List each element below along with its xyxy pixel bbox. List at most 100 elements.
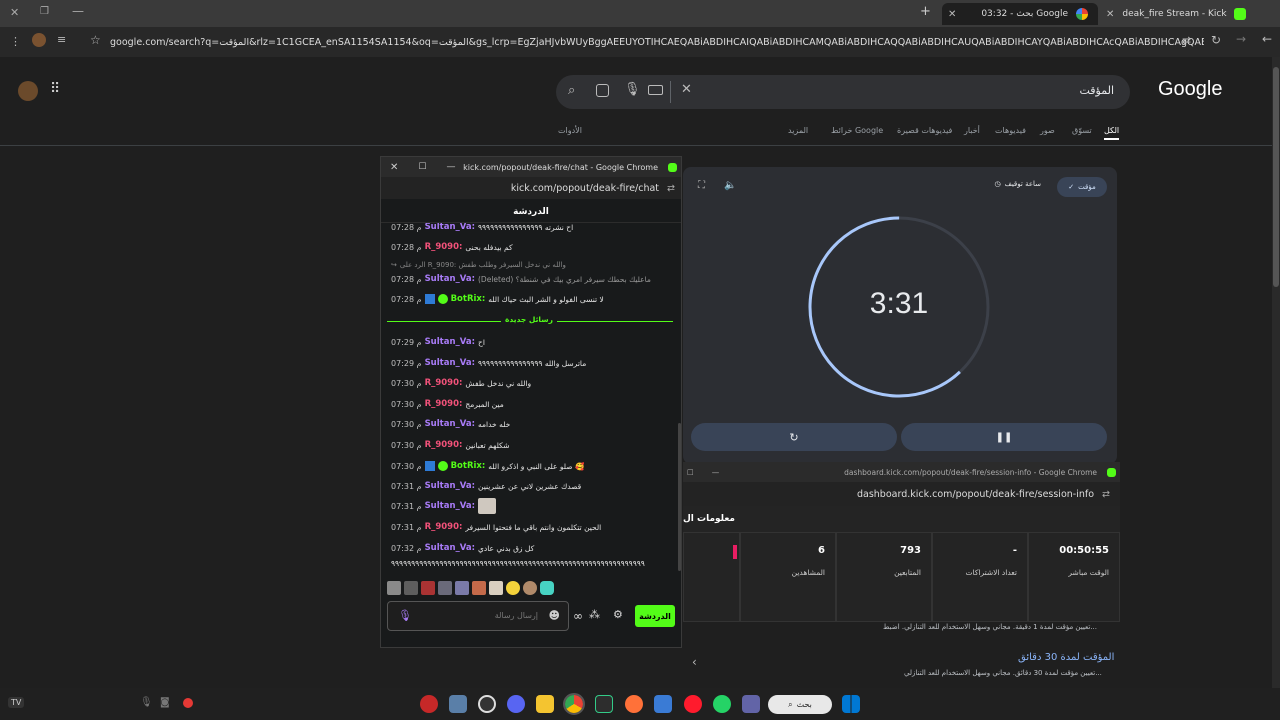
store-icon[interactable] xyxy=(654,695,672,713)
tab-maps[interactable]: خرائط Google xyxy=(831,126,883,135)
volume-icon[interactable]: 🔈 xyxy=(724,180,736,191)
mic-icon[interactable]: 🎙 xyxy=(624,82,641,97)
maximize-icon[interactable]: ☐ xyxy=(418,162,426,172)
app-icon[interactable] xyxy=(420,695,438,713)
msg-username[interactable]: Sultan_Va: xyxy=(425,481,475,491)
mic-icon[interactable]: 🎙 xyxy=(398,609,412,622)
msg-username[interactable]: Sultan_Va: xyxy=(425,419,475,429)
camera-tray-icon[interactable]: ◙ xyxy=(160,697,170,708)
discord-icon[interactable] xyxy=(507,695,525,713)
tab-more[interactable]: المزيد xyxy=(788,126,808,135)
msg-username[interactable]: Sultan_Va: xyxy=(425,337,475,347)
tab-all[interactable]: الكل xyxy=(1104,126,1120,140)
emote-item[interactable] xyxy=(404,581,418,595)
session-url-bar[interactable]: dashboard.kick.com/popout/deak-fire/sess… xyxy=(683,482,1120,506)
emoji-icon[interactable]: ☻ xyxy=(549,609,560,622)
url-field[interactable]: google.com/search?q=المؤقت&rlz=1C1GCEA_e… xyxy=(86,32,1204,52)
timer-mode-button[interactable]: ✓ مؤقت xyxy=(1057,177,1107,197)
account-avatar[interactable] xyxy=(18,81,38,101)
google-logo[interactable]: Google xyxy=(1158,78,1223,101)
msg-username[interactable]: R_9090: xyxy=(425,378,463,388)
stopwatch-mode-button[interactable]: ◷ ساعة توقيف xyxy=(994,180,1041,188)
msg-username[interactable]: Sultan_Va: xyxy=(425,223,475,232)
search-box[interactable]: ⌕ 🎙 ✕ المؤقت xyxy=(556,75,1130,109)
msg-username[interactable]: BotRix: xyxy=(451,294,486,304)
chat-messages[interactable]: 07:28 م Sultan_Va: اح نشرته ٩٩٩٩٩٩٩٩٩٩٩٩٩٩… xyxy=(381,223,681,575)
msg-username[interactable]: Sultan_Va: xyxy=(425,543,475,553)
emote-item[interactable] xyxy=(421,581,435,595)
tab-google-search[interactable]: ✕ 03:32 - بحث Google xyxy=(942,3,1098,25)
close-tab-icon[interactable]: ✕ xyxy=(948,9,956,20)
page-scrollbar[interactable] xyxy=(1272,57,1280,688)
taskbar-search[interactable]: ⌕ بحث xyxy=(768,695,832,714)
tab-news[interactable]: أخبار xyxy=(964,126,980,135)
tab-shopping[interactable]: تسوّق xyxy=(1072,126,1092,135)
msg-username[interactable]: Sultan_Va: xyxy=(425,274,475,284)
minimize-icon[interactable]: — xyxy=(446,162,455,172)
photos-app-icon[interactable] xyxy=(449,695,467,713)
emote-item[interactable] xyxy=(472,581,486,595)
msg-username[interactable]: R_9090: xyxy=(425,399,463,409)
profile-avatar[interactable] xyxy=(32,33,46,47)
tab-tools[interactable]: الأدوات xyxy=(558,126,582,135)
chrome-icon[interactable] xyxy=(563,693,585,715)
tab-kick-dashboard[interactable]: ✕ deak_fire Stream - Kick Dashbo xyxy=(1100,3,1256,25)
fullscreen-icon[interactable]: ⛶ xyxy=(698,180,705,191)
emote-item[interactable] xyxy=(540,581,554,595)
msg-username[interactable]: Sultan_Va: xyxy=(425,358,475,368)
start-icon[interactable] xyxy=(842,695,860,713)
new-tab-icon[interactable]: + xyxy=(920,4,931,19)
close-tab-icon[interactable]: ✕ xyxy=(1106,9,1114,20)
site-settings-icon[interactable]: ⇄ xyxy=(1102,489,1110,500)
emote-item[interactable] xyxy=(523,581,537,595)
close-window-icon[interactable]: ✕ xyxy=(10,6,19,19)
pause-button[interactable]: ❚❚ xyxy=(901,423,1107,451)
clear-icon[interactable]: ✕ xyxy=(681,82,692,97)
msg-username[interactable]: R_9090: xyxy=(425,242,463,252)
emote-item[interactable] xyxy=(387,581,401,595)
opera-icon[interactable] xyxy=(684,695,702,713)
reload-icon[interactable]: ↻ xyxy=(1211,33,1221,47)
minimize-icon[interactable]: — xyxy=(712,468,720,477)
site-settings-icon[interactable]: ⇄ xyxy=(1182,34,1191,47)
app-icon[interactable] xyxy=(478,695,496,713)
close-icon[interactable]: ✕ xyxy=(390,162,398,173)
emote-item[interactable] xyxy=(506,581,520,595)
menu-dots-icon[interactable]: ⋮ xyxy=(10,35,21,48)
whatsapp-icon[interactable] xyxy=(713,695,731,713)
recording-tray-icon[interactable] xyxy=(183,698,193,708)
chat-url-bar[interactable]: kick.com/popout/deak-fire/chat ⇄ xyxy=(381,177,681,199)
result-title-link[interactable]: المؤقت لمدة 30 دقائق xyxy=(1018,652,1114,663)
site-settings-icon[interactable]: ⇄ xyxy=(667,183,675,194)
keyboard-icon[interactable] xyxy=(648,85,663,95)
reset-button[interactable]: ↻ xyxy=(691,423,897,451)
widgets-icon[interactable]: TV xyxy=(8,697,25,708)
tab-videos[interactable]: فيديوهات xyxy=(995,126,1026,135)
firefox-icon[interactable] xyxy=(625,695,643,713)
terminal-icon[interactable] xyxy=(595,695,613,713)
apps-grid-icon[interactable]: ⠿ xyxy=(50,81,60,97)
search-icon[interactable]: ⌕ xyxy=(568,83,575,98)
maximize-icon[interactable]: ☐ xyxy=(687,468,694,477)
emote-item[interactable] xyxy=(489,581,503,595)
emote-item[interactable] xyxy=(455,581,469,595)
chat-settings-icon[interactable]: ⚙ xyxy=(613,608,623,621)
lens-icon[interactable] xyxy=(596,84,609,97)
msg-username[interactable]: R_9090: xyxy=(425,440,463,450)
tab-search-icon[interactable]: ≡ xyxy=(57,33,66,46)
chevron-left-icon[interactable]: ‹ xyxy=(692,655,697,669)
chat-scrollbar-thumb[interactable] xyxy=(678,423,681,571)
emote-item[interactable] xyxy=(438,581,452,595)
kick-points-icon[interactable]: ∞ xyxy=(573,609,583,623)
back-icon[interactable]: ← xyxy=(1262,32,1272,46)
teams-icon[interactable] xyxy=(742,695,760,713)
tab-short-videos[interactable]: فيديوهات قصيرة xyxy=(897,126,952,135)
tab-images[interactable]: صور xyxy=(1040,126,1055,135)
msg-username[interactable]: Sultan_Va: xyxy=(425,501,475,511)
mic-tray-icon[interactable]: 🎙 xyxy=(140,697,153,708)
msg-username[interactable]: R_9090: xyxy=(425,522,463,532)
send-chat-button[interactable]: الدردشة xyxy=(635,605,675,627)
restore-window-icon[interactable]: ❐ xyxy=(40,6,49,17)
chat-input[interactable]: 🎙 إرسال رسالة ☻ xyxy=(387,601,569,631)
chat-users-icon[interactable]: ⁂ xyxy=(589,608,600,621)
